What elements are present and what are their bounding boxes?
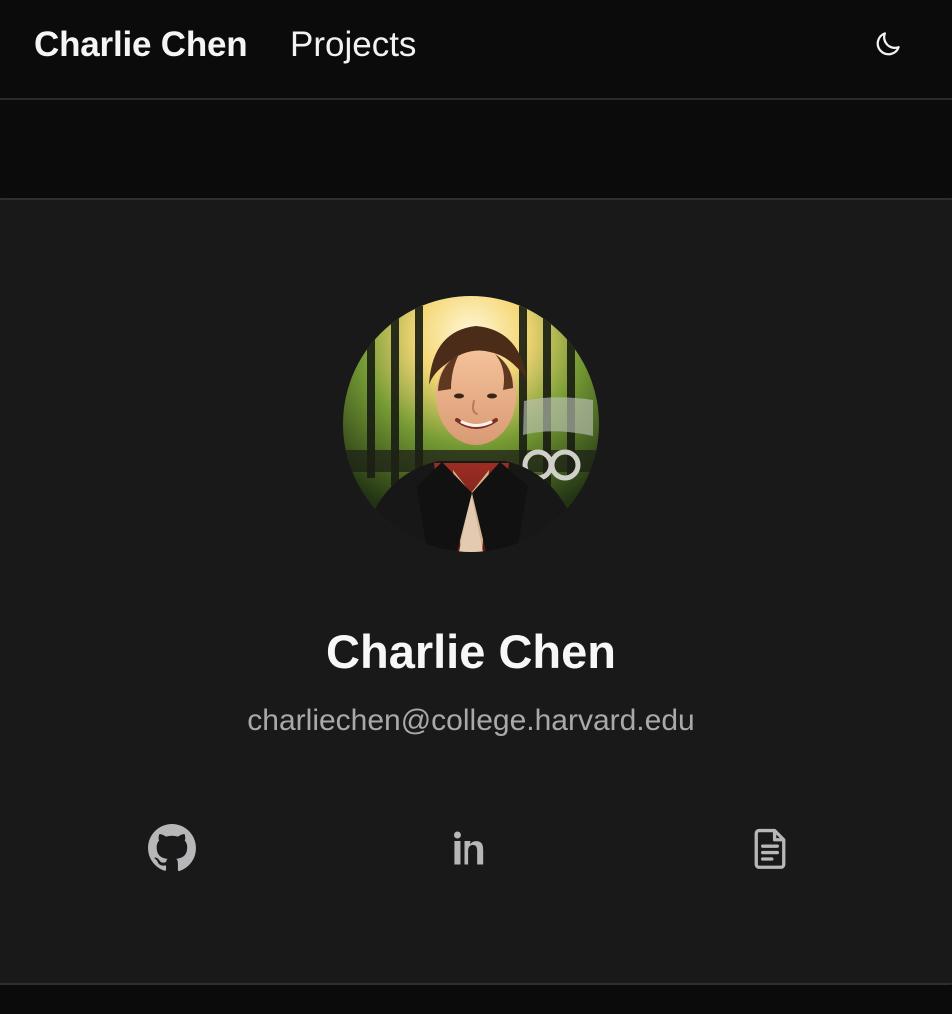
resume-document-icon bbox=[754, 828, 786, 869]
profile-name: Charlie Chen bbox=[326, 625, 616, 678]
theme-toggle-button[interactable] bbox=[868, 24, 908, 64]
linkedin-link[interactable] bbox=[440, 818, 500, 878]
top-navigation: Charlie Chen Projects bbox=[0, 0, 952, 100]
linkedin-icon bbox=[453, 831, 484, 865]
moon-icon bbox=[876, 32, 900, 56]
brand-link[interactable]: Charlie Chen bbox=[34, 24, 248, 66]
github-icon bbox=[148, 824, 196, 872]
github-link[interactable] bbox=[142, 818, 202, 878]
nav-link-projects[interactable]: Projects bbox=[290, 24, 416, 66]
profile-avatar bbox=[343, 296, 599, 552]
resume-link[interactable] bbox=[740, 818, 800, 878]
profile-email[interactable]: charliechen@college.harvard.edu bbox=[0, 702, 942, 740]
profile-photo bbox=[343, 296, 599, 552]
